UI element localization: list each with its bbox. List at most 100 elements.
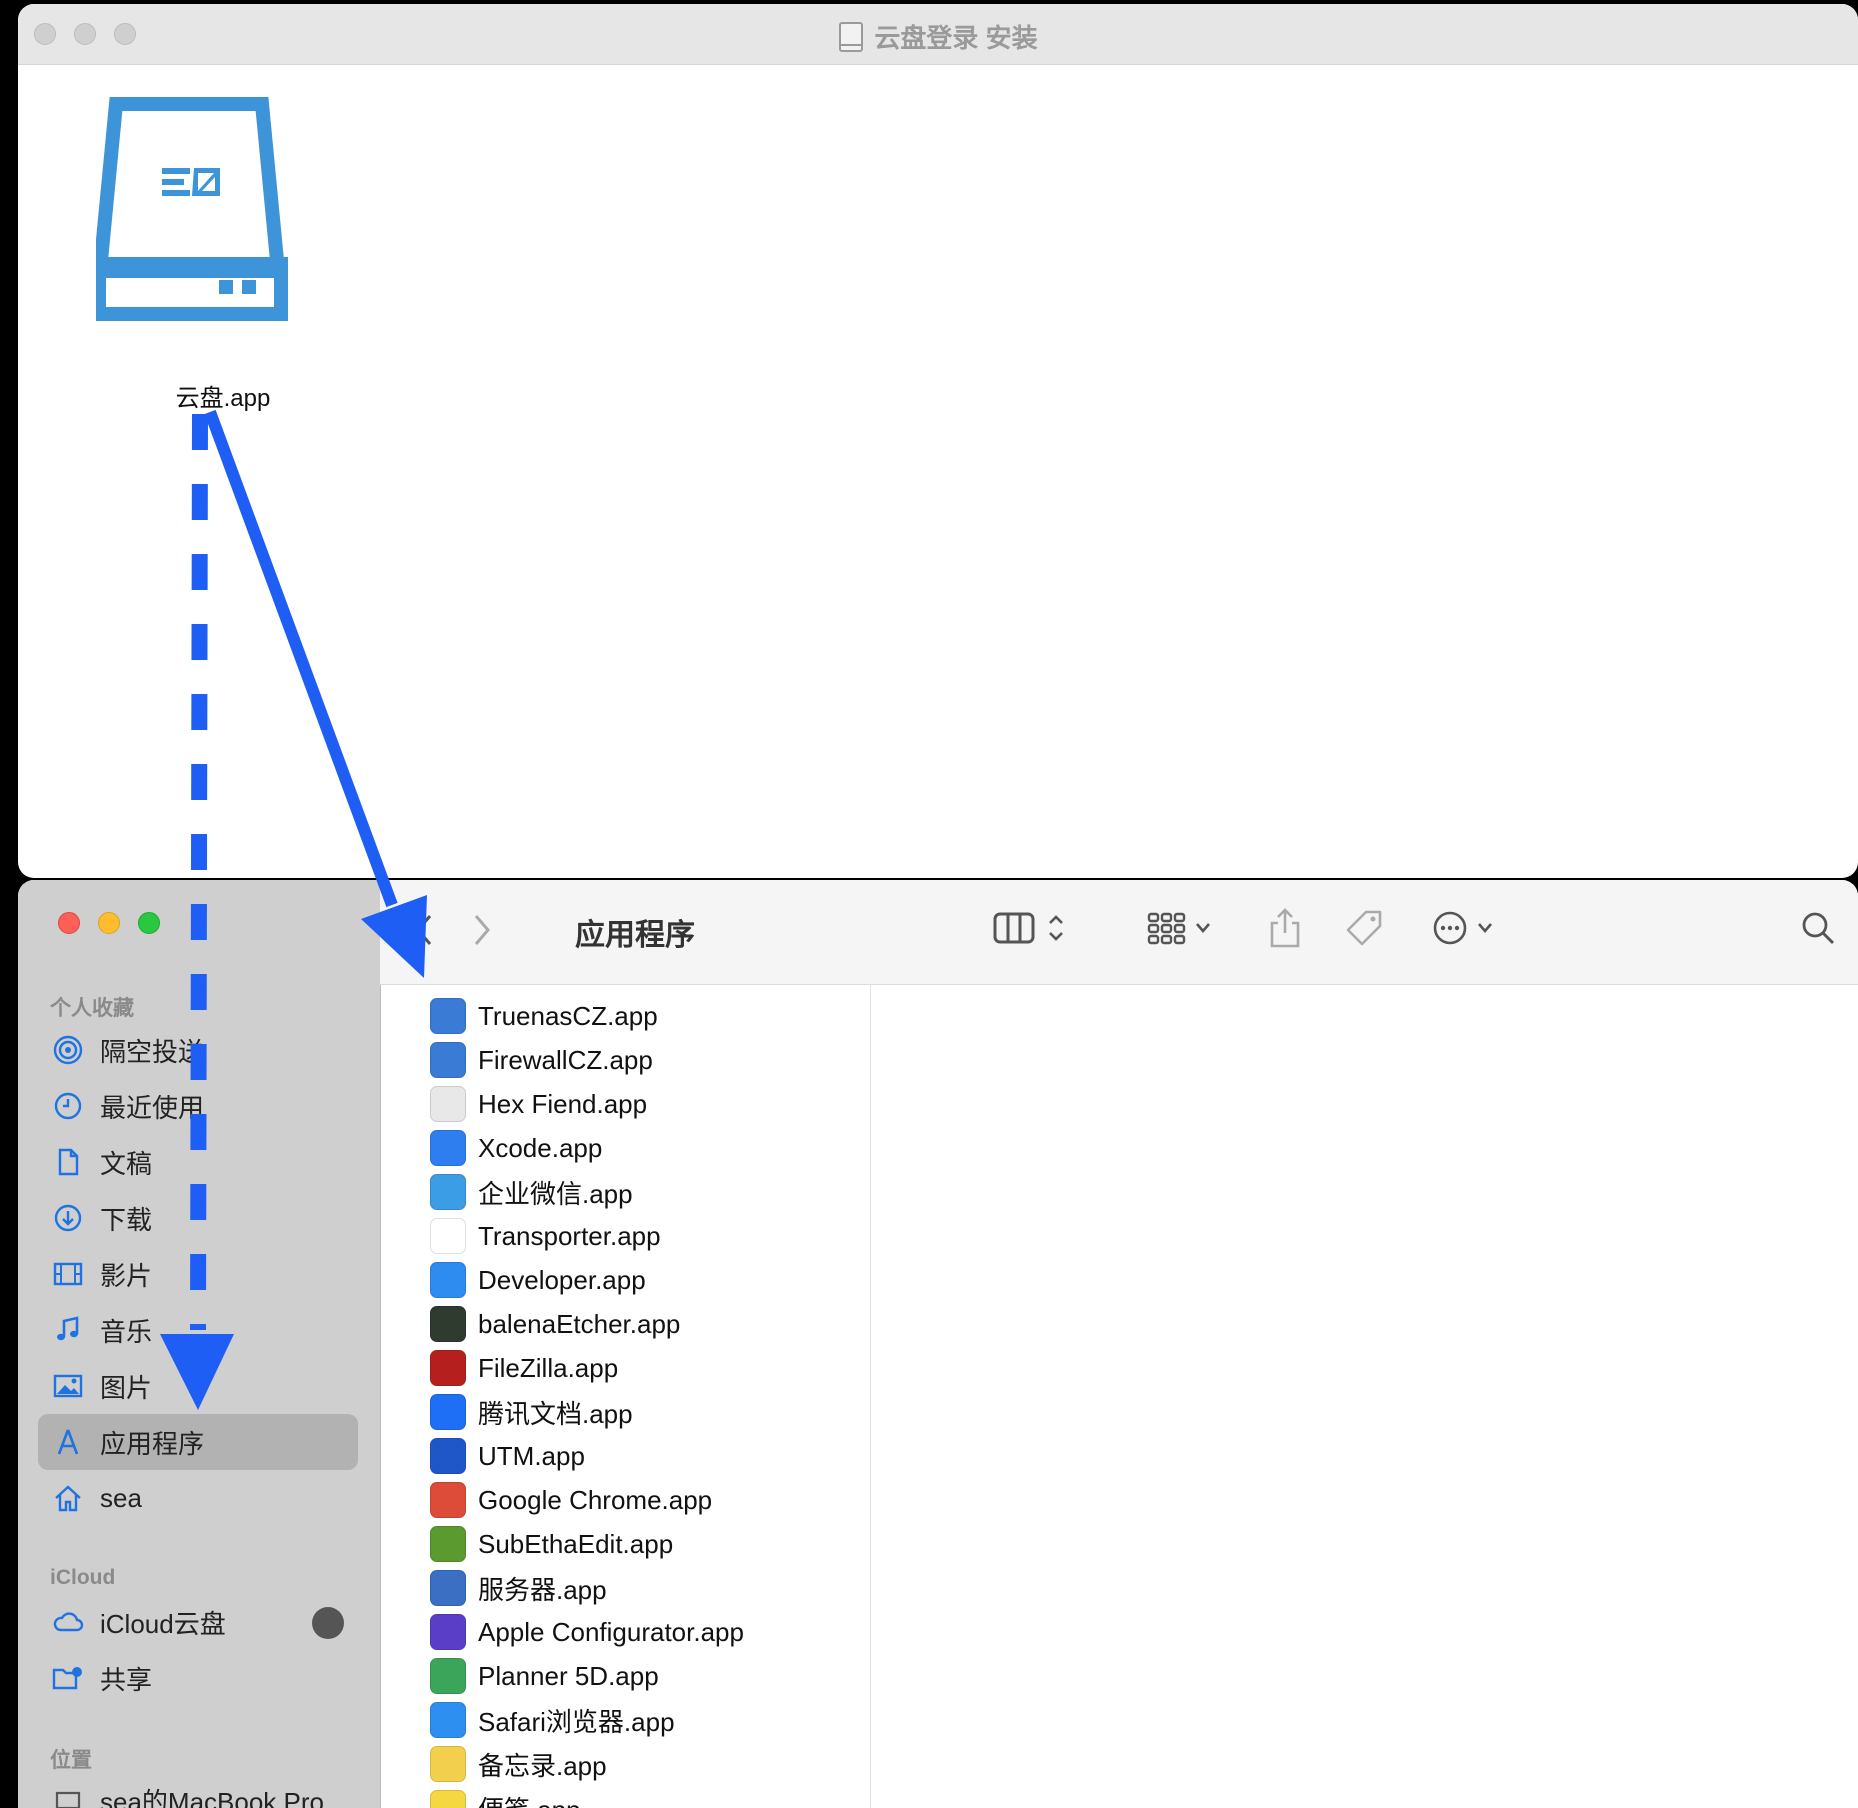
file-name: Google Chrome.app xyxy=(478,1484,713,1515)
list-item[interactable]: Developer.app xyxy=(380,1258,870,1302)
list-item[interactable]: Xcode.app xyxy=(380,1126,870,1170)
app-icon xyxy=(430,998,466,1034)
file-name: 腾讯文档.app xyxy=(478,1398,633,1429)
file-name: 企业微信.app xyxy=(478,1178,633,1209)
app-icon xyxy=(430,1086,466,1122)
sidebar-item-airdrop[interactable]: 隔空投送 xyxy=(38,1022,358,1078)
forward-button[interactable] xyxy=(470,906,494,954)
list-item[interactable]: SubEthaEdit.app xyxy=(380,1522,870,1566)
file-name: balenaEtcher.app xyxy=(478,1308,681,1339)
ellipsis-circle-icon xyxy=(1432,910,1468,951)
icloud-header: iCloud xyxy=(50,1566,116,1589)
list-item[interactable]: FileZilla.app xyxy=(380,1346,870,1390)
sidebar-item-label: iCloud云盘 xyxy=(100,1608,226,1639)
share-icon xyxy=(1268,907,1302,954)
dmg-title: 云盘登录 安装 xyxy=(18,18,1858,59)
sidebar-item-music[interactable]: 音乐 xyxy=(38,1302,358,1358)
app-icon xyxy=(430,1218,466,1254)
sidebar-item-macbook[interactable]: sea的MacBook Pro xyxy=(38,1772,358,1808)
sidebar-item-icloud-drive[interactable]: iCloud云盘 xyxy=(38,1594,358,1650)
file-name: TruenasCZ.app xyxy=(478,1000,658,1031)
list-item[interactable]: Transporter.app xyxy=(380,1214,870,1258)
search-button[interactable] xyxy=(1800,906,1836,954)
clock-icon xyxy=(52,1090,84,1122)
sync-status-icon xyxy=(312,1607,344,1639)
photo-icon xyxy=(52,1370,84,1402)
list-item[interactable]: 便笺.app xyxy=(380,1786,870,1808)
disk-image-icon xyxy=(838,21,864,59)
sidebar-item-label: 最近使用 xyxy=(100,1092,205,1123)
app-icon xyxy=(430,1570,466,1606)
close-button[interactable] xyxy=(58,912,80,934)
list-item[interactable]: UTM.app xyxy=(380,1434,870,1478)
laptop-icon xyxy=(52,1784,84,1808)
locations-header: 位置 xyxy=(50,1749,92,1772)
list-item[interactable]: 腾讯文档.app xyxy=(380,1390,870,1434)
list-item[interactable]: Apple Configurator.app xyxy=(380,1610,870,1654)
cloud-drive-app-label: 云盘.app xyxy=(175,385,271,412)
home-icon xyxy=(52,1482,84,1514)
list-item[interactable]: 备忘录.app xyxy=(380,1742,870,1786)
app-icon xyxy=(430,1482,466,1518)
app-icon xyxy=(430,1658,466,1694)
app-icon xyxy=(430,1306,466,1342)
sidebar-item-pictures[interactable]: 图片 xyxy=(38,1358,358,1414)
toolbar: 应用程序 xyxy=(380,880,1858,985)
sidebar: 个人收藏 隔空投送 最近使用 文稿 下载 影片 音乐 图片 应用程序 sea i… xyxy=(18,880,381,1808)
cloud-drive-app-icon[interactable] xyxy=(92,96,336,361)
sidebar-item-label: 图片 xyxy=(100,1372,153,1403)
file-name: FileZilla.app xyxy=(478,1352,619,1383)
zoom-button[interactable] xyxy=(138,912,160,934)
group-button[interactable] xyxy=(1146,906,1212,954)
file-name: Xcode.app xyxy=(478,1132,603,1163)
list-item[interactable]: 服务器.app xyxy=(380,1566,870,1610)
sidebar-item-movies[interactable]: 影片 xyxy=(38,1246,358,1302)
list-item[interactable]: Hex Fiend.app xyxy=(380,1082,870,1126)
app-icon xyxy=(430,1174,466,1210)
search-icon xyxy=(1800,910,1836,951)
dmg-titlebar: 云盘登录 安装 xyxy=(18,4,1858,65)
list-item[interactable]: balenaEtcher.app xyxy=(380,1302,870,1346)
app-icon xyxy=(430,1350,466,1386)
sidebar-item-shared[interactable]: 共享 xyxy=(38,1650,358,1706)
tag-button[interactable] xyxy=(1344,906,1384,954)
film-icon xyxy=(52,1258,84,1290)
finder-window: 个人收藏 隔空投送 最近使用 文稿 下载 影片 音乐 图片 应用程序 sea i… xyxy=(18,880,1858,1808)
favorites-header: 个人收藏 xyxy=(50,997,134,1020)
list-item[interactable]: Google Chrome.app xyxy=(380,1478,870,1522)
applications-icon xyxy=(52,1426,84,1458)
file-name: Safari浏览器.app xyxy=(478,1706,675,1737)
file-name: 服务器.app xyxy=(478,1574,607,1605)
list-item[interactable]: Safari浏览器.app xyxy=(380,1698,870,1742)
app-icon xyxy=(430,1746,466,1782)
sidebar-item-downloads[interactable]: 下载 xyxy=(38,1190,358,1246)
sidebar-item-recents[interactable]: 最近使用 xyxy=(38,1078,358,1134)
more-actions-button[interactable] xyxy=(1432,906,1494,954)
sidebar-item-label: 应用程序 xyxy=(100,1428,205,1459)
minimize-button[interactable] xyxy=(98,912,120,934)
sidebar-item-label: 影片 xyxy=(100,1260,153,1291)
chevron-down-icon xyxy=(1476,921,1494,940)
download-icon xyxy=(52,1202,84,1234)
list-item[interactable]: FirewallCZ.app xyxy=(380,1038,870,1082)
sidebar-item-label: sea xyxy=(100,1482,142,1513)
view-mode-button[interactable] xyxy=(992,906,1066,954)
list-item[interactable]: Planner 5D.app xyxy=(380,1654,870,1698)
back-button[interactable] xyxy=(412,906,436,954)
file-name: 便笺.app xyxy=(478,1790,581,1808)
file-name: Developer.app xyxy=(478,1264,646,1295)
app-icon xyxy=(430,1438,466,1474)
sidebar-item-label: 文稿 xyxy=(100,1148,153,1179)
share-button[interactable] xyxy=(1268,906,1302,954)
list-item[interactable]: 企业微信.app xyxy=(380,1170,870,1214)
columns-view-icon xyxy=(992,911,1036,950)
file-name: Apple Configurator.app xyxy=(478,1616,744,1647)
file-name: Planner 5D.app xyxy=(478,1660,659,1691)
sidebar-item-applications[interactable]: 应用程序 xyxy=(38,1414,358,1470)
app-icon xyxy=(430,1394,466,1430)
list-item[interactable]: TruenasCZ.app xyxy=(380,994,870,1038)
file-name: SubEthaEdit.app xyxy=(478,1528,674,1559)
sidebar-item-documents[interactable]: 文稿 xyxy=(38,1134,358,1190)
file-name: Hex Fiend.app xyxy=(478,1088,648,1119)
sidebar-item-home[interactable]: sea xyxy=(38,1470,358,1526)
